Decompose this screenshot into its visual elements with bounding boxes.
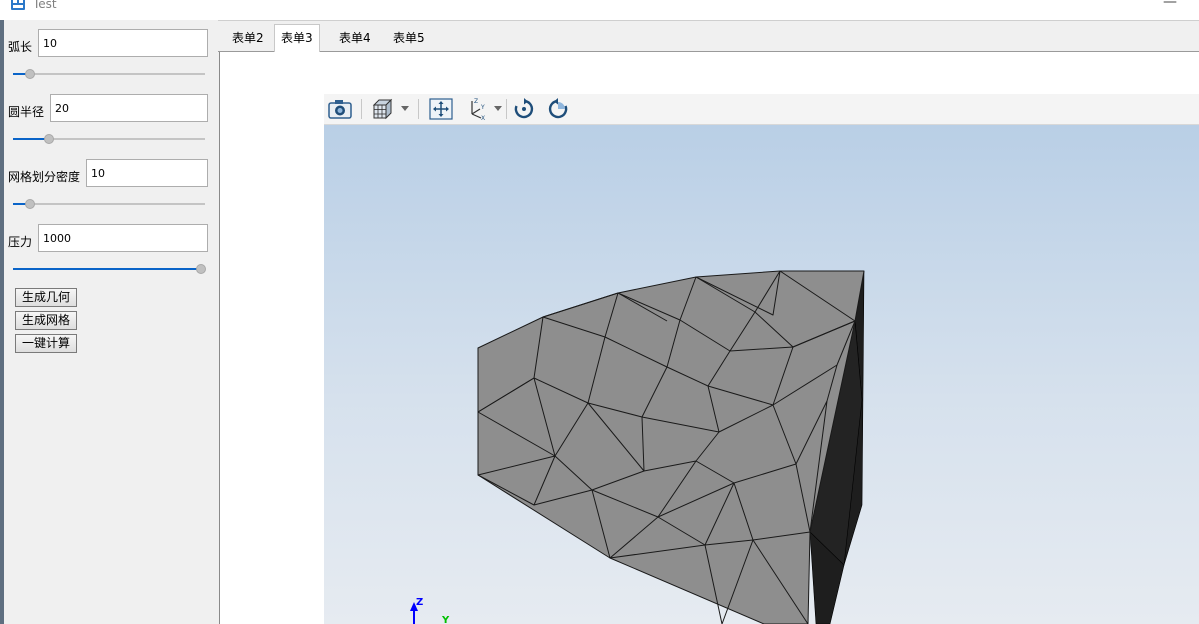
arc-length-input[interactable]: [38, 29, 208, 57]
toolbar-separator: [506, 99, 507, 119]
axis-z-label: Z: [416, 597, 424, 608]
window-title: Test: [33, 0, 57, 11]
view-cube-icon[interactable]: [370, 98, 394, 120]
axes-icon[interactable]: Z Y X: [465, 98, 489, 120]
mesh-model: [410, 270, 865, 624]
title-bar: Test —: [0, 0, 1199, 21]
mesh-density-label: 网格划分密度: [8, 170, 81, 184]
generate-mesh-button[interactable]: 生成网格: [15, 311, 78, 330]
mesh-density-slider[interactable]: [13, 203, 205, 205]
chevron-down-icon[interactable]: [401, 106, 409, 112]
mesh-front-face: [477, 270, 865, 624]
mesh-density-slider-thumb[interactable]: [25, 199, 35, 209]
rotate-cw-icon[interactable]: [512, 98, 536, 120]
svg-text:Z: Z: [474, 98, 478, 105]
mesh-density-input[interactable]: [86, 159, 208, 187]
arc-length-slider-thumb[interactable]: [25, 69, 35, 79]
chevron-down-icon[interactable]: [494, 106, 502, 112]
app-icon: [11, 0, 25, 10]
pressure-slider-thumb[interactable]: [196, 264, 206, 274]
one-click-compute-button[interactable]: 一键计算: [15, 334, 78, 353]
toolbar-separator: [418, 99, 419, 119]
main-area: 表单2 表单3 表单4 表单5 Z Y X Z Y: [218, 20, 1199, 624]
svg-text:X: X: [481, 115, 485, 120]
pressure-label: 压力: [8, 235, 33, 249]
radius-label: 圆半径: [8, 105, 45, 119]
arc-length-slider[interactable]: [13, 73, 205, 75]
radius-slider-thumb[interactable]: [44, 134, 54, 144]
3d-viewer: Z Y X Z Y: [324, 94, 1199, 624]
parameter-panel: 弧长 圆半径 网格划分密度 压力 生成几何 生成网格 一键计算: [4, 20, 218, 624]
arc-length-label: 弧长: [8, 40, 33, 54]
fit-all-icon[interactable]: [429, 98, 453, 120]
svg-text:Y: Y: [480, 104, 485, 111]
tab-content: Z Y X Z Y: [219, 52, 1199, 624]
tab-form2[interactable]: 表单2: [226, 28, 270, 50]
pressure-input[interactable]: [38, 224, 208, 252]
viewer-toolbar: Z Y X: [324, 94, 1199, 125]
camera-icon[interactable]: [328, 98, 352, 120]
tab-form4[interactable]: 表单4: [333, 28, 377, 50]
radius-input[interactable]: [50, 94, 208, 122]
minimize-button[interactable]: —: [1163, 0, 1177, 10]
rotate-ccw-icon[interactable]: [546, 98, 570, 120]
tab-form5[interactable]: 表单5: [387, 28, 431, 50]
tab-form3[interactable]: 表单3: [274, 24, 320, 53]
generate-geometry-button[interactable]: 生成几何: [15, 288, 78, 307]
axis-y-label: Y: [442, 615, 450, 624]
toolbar-separator: [361, 99, 362, 119]
3d-viewport[interactable]: Z Y: [324, 125, 1199, 624]
pressure-slider-fill: [13, 268, 201, 270]
tab-bar: 表单2 表单3 表单4 表单5: [218, 20, 1199, 53]
